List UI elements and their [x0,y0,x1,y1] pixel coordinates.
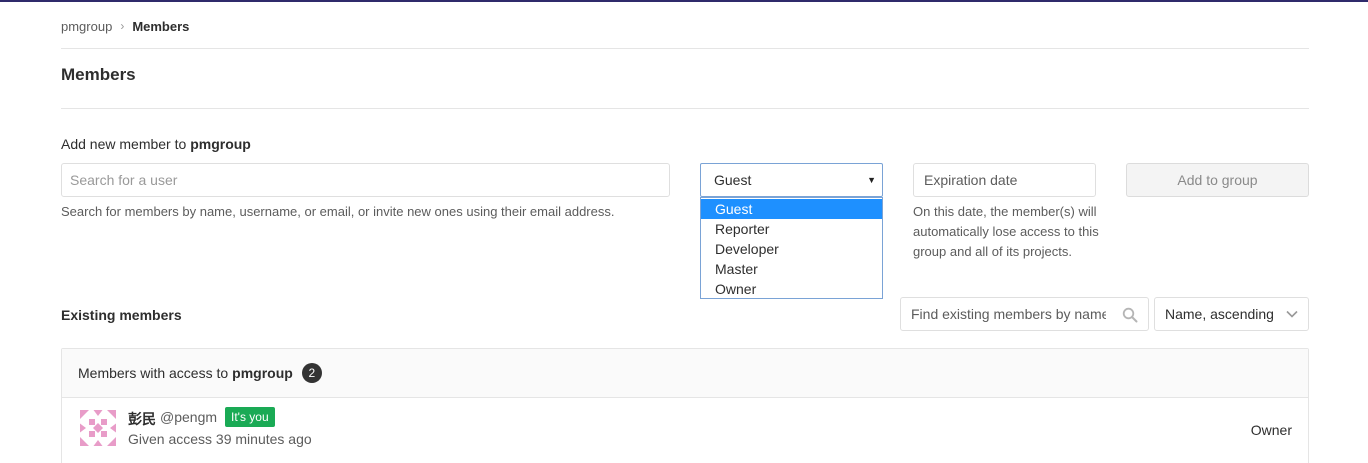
chevron-right-icon: › [120,19,125,33]
page-title: Members [61,65,136,84]
member-role: Owner [1250,422,1292,438]
caret-down-icon: ▼ [867,175,876,185]
sort-select-value: Name, ascending [1165,306,1274,322]
add-member-group-name: pmgroup [190,136,251,152]
find-members-input[interactable] [901,298,1116,330]
add-member-label: Add new member to pmgroup [61,136,251,152]
breadcrumb: pmgroup › Members [61,18,189,34]
divider [61,48,1309,49]
member-row: 彭民 @pengm It's you Given access 39 minut… [62,398,1308,460]
find-members-field [900,297,1149,331]
existing-members-title: Existing members [61,307,182,323]
sort-select[interactable]: Name, ascending [1154,297,1309,331]
role-option-guest[interactable]: Guest [701,199,882,219]
expiration-help: On this date, the member(s) will automat… [913,204,1099,259]
avatar [80,410,116,446]
member-username: @pengm [160,409,218,425]
role-option-owner[interactable]: Owner [701,279,882,299]
members-panel: Members with access to pmgroup 2 彭民 @pen… [61,348,1309,463]
chevron-down-icon [1286,310,1298,318]
top-border [0,0,1368,2]
role-option-master[interactable]: Master [701,259,882,279]
add-member-label-prefix: Add new member to [61,136,187,152]
add-to-group-button[interactable]: Add to group [1126,163,1309,197]
its-you-badge: It's you [225,407,275,427]
search-user-input[interactable] [61,163,670,197]
members-panel-header-prefix: Members with access to [78,365,229,381]
member-access-time: Given access 39 minutes ago [128,431,312,447]
member-count-badge: 2 [301,363,322,383]
expiration-date-input[interactable] [913,163,1096,197]
members-panel-header: Members with access to pmgroup 2 [62,349,1308,398]
role-option-reporter[interactable]: Reporter [701,219,882,239]
access-level-select[interactable]: Guest ▼ [700,163,883,197]
access-level-dropdown: Guest Reporter Developer Master Owner [700,197,883,299]
members-panel-group-name: pmgroup [232,365,293,381]
access-level-value: Guest [714,172,752,188]
member-name[interactable]: 彭民 [128,409,156,429]
breadcrumb-current[interactable]: Members [132,19,189,34]
divider [61,108,1309,109]
search-icon[interactable] [1122,307,1138,323]
role-option-developer[interactable]: Developer [701,239,882,259]
breadcrumb-group-link[interactable]: pmgroup [61,19,112,34]
search-user-help: Search for members by name, username, or… [61,204,615,219]
